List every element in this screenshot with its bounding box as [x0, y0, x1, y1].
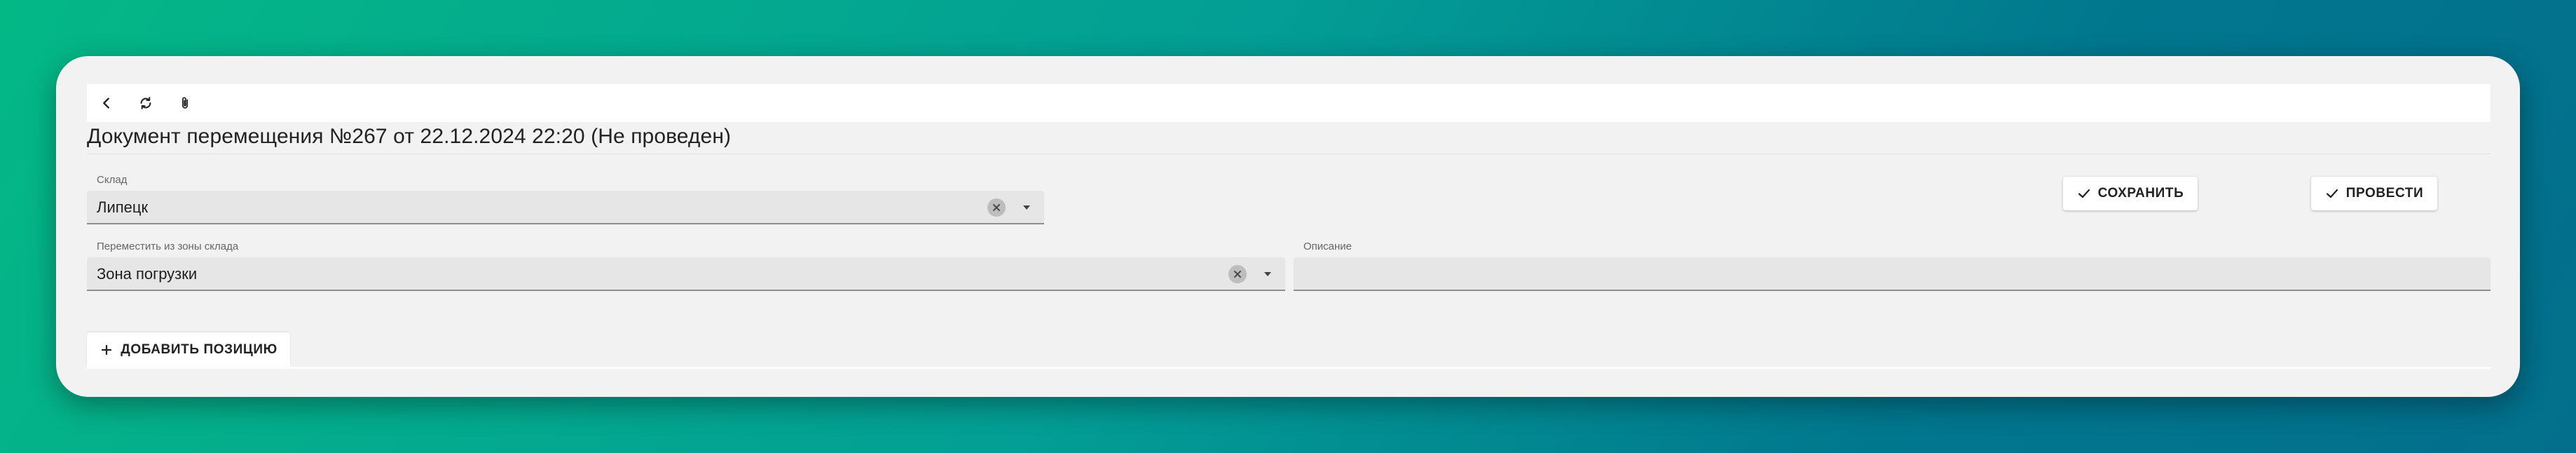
add-position-button[interactable]: ДОБАВИТЬ ПОЗИЦИЮ: [87, 332, 290, 367]
zone-label: Переместить из зоны склада: [97, 241, 239, 252]
plus-icon: [102, 344, 112, 356]
refresh-button[interactable]: [126, 84, 165, 122]
check-icon: [2326, 189, 2338, 198]
add-position-label: ДОБАВИТЬ ПОЗИЦИЮ: [121, 342, 278, 357]
warehouse-value: Липецк: [97, 198, 149, 216]
description-label: Описание: [1303, 241, 1352, 252]
attach-button[interactable]: [165, 84, 205, 122]
warehouse-clear-button[interactable]: [987, 198, 1006, 217]
save-button-label: СОХРАНИТЬ: [2097, 186, 2184, 201]
paperclip-icon: [181, 97, 189, 109]
post-button-label: ПРОВЕСТИ: [2345, 186, 2424, 201]
warehouse-select[interactable]: Липецк: [87, 191, 1044, 224]
check-icon: [2078, 189, 2090, 198]
caret-down-icon: [1264, 272, 1271, 276]
close-icon: [993, 204, 1000, 211]
toolbar: [87, 84, 2491, 122]
document-window: Документ перемещения №267 от 22.12.2024 …: [56, 56, 2520, 397]
zone-select[interactable]: Зона погрузки: [87, 257, 1285, 291]
description-field[interactable]: [1294, 257, 2491, 291]
positions-tabbar-line: [87, 367, 2491, 369]
save-button[interactable]: СОХРАНИТЬ: [2063, 177, 2198, 210]
chevron-left-icon: [103, 97, 109, 109]
zone-value: Зона погрузки: [97, 265, 198, 283]
warehouse-dropdown-button[interactable]: [1019, 200, 1034, 215]
caret-down-icon: [1023, 205, 1030, 210]
close-icon: [1234, 271, 1241, 278]
refresh-icon: [140, 97, 151, 109]
back-button[interactable]: [87, 84, 126, 122]
zone-dropdown-button[interactable]: [1260, 266, 1275, 282]
post-button[interactable]: ПРОВЕСТИ: [2311, 177, 2437, 210]
zone-clear-button[interactable]: [1228, 265, 1247, 283]
page-title: Документ перемещения №267 от 22.12.2024 …: [87, 125, 732, 148]
warehouse-label: Склад: [97, 174, 128, 186]
